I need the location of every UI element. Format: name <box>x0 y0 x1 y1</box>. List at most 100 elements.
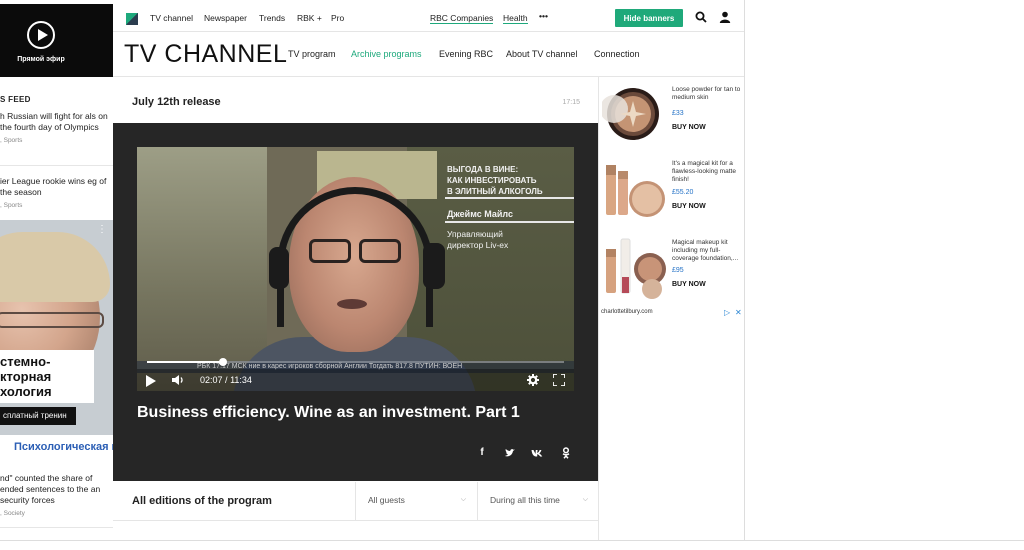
gear-icon[interactable] <box>527 374 539 386</box>
feed-item-text[interactable]: ier League rookie wins eg of the season <box>0 176 113 198</box>
ad-buy-now-link[interactable]: BUY NOW <box>672 124 706 131</box>
ad-headline: стемно- кторная хология <box>0 350 94 403</box>
ad-product-image[interactable] <box>602 237 668 303</box>
video-person-earcup <box>269 247 289 289</box>
guests-select[interactable]: All guests ⌵ <box>355 482 476 521</box>
video-player[interactable]: ВЫГОДА В ВИНЕ: КАК ИНВЕСТИРОВАТЬ В ЭЛИТН… <box>137 147 574 391</box>
ad-buy-now-link[interactable]: BUY NOW <box>672 281 706 288</box>
feed-item-meta: , Sports <box>0 137 23 144</box>
more-icon[interactable]: ⋮ <box>97 224 107 235</box>
topnav-pro[interactable]: Pro <box>331 13 344 23</box>
feed-item-text[interactable]: h Russian will fight for als on the four… <box>0 111 113 133</box>
ad-description[interactable]: It's a magical kit for a flawless-lookin… <box>672 160 742 184</box>
divider <box>0 540 1024 541</box>
video-speaker-name: Джеймс Майлс <box>447 209 514 219</box>
ad-product-image[interactable] <box>602 159 668 225</box>
video-caption-line: ВЫГОДА В ВИНЕ: <box>447 165 519 174</box>
live-broadcast-button[interactable]: Прямой эфир <box>0 4 113 77</box>
chevron-down-icon: ⌵ <box>460 496 466 503</box>
topnav-health[interactable]: Health <box>503 13 528 24</box>
nav-archive-programs[interactable]: Archive programs <box>351 49 422 59</box>
divider <box>0 527 113 528</box>
period-select[interactable]: During all this time ⌵ <box>477 482 598 521</box>
close-icon[interactable]: ✕ <box>735 308 742 317</box>
video-person-mouth <box>337 299 367 309</box>
nav-tv-program[interactable]: TV program <box>288 49 336 59</box>
ad-cta-button[interactable]: сплатный тренин <box>0 407 76 425</box>
topnav-trends[interactable]: Trends <box>259 13 285 23</box>
feed-item-text[interactable]: nd" counted the share of ended sentences… <box>0 473 113 506</box>
user-icon[interactable] <box>719 11 731 23</box>
nav-evening-rbc[interactable]: Evening RBC <box>439 49 493 59</box>
main-content: July 12th release 17:15 ВЫГОДА В ВИНЕ: К… <box>113 77 598 540</box>
nav-connection[interactable]: Connection <box>594 49 640 59</box>
rbc-logo-icon[interactable] <box>126 13 138 25</box>
ad-domain[interactable]: charlottetilbury.com <box>601 309 653 315</box>
ad-price: £33 <box>672 110 684 117</box>
ad-person-glasses <box>0 312 104 328</box>
topnav-rbc-companies[interactable]: RBC Companies <box>430 13 494 24</box>
ad-strip-text: Психологическая в <box>0 435 113 461</box>
ad-price: £55.20 <box>672 189 694 196</box>
page-title[interactable]: TV CHANNEL <box>124 40 287 69</box>
twitter-icon[interactable] <box>504 447 516 459</box>
divider <box>0 165 113 166</box>
feed-item[interactable]: h Russian will fight for als on the four… <box>0 111 113 146</box>
divider <box>744 0 745 540</box>
video-panel: ВЫГОДА В ВИНЕ: КАК ИНВЕСТИРОВАТЬ В ЭЛИТН… <box>113 123 598 481</box>
chevron-down-icon: ⌵ <box>582 496 588 503</box>
vk-icon[interactable] <box>531 447 543 459</box>
video-progress-bar[interactable] <box>147 358 564 366</box>
video-time-readout: 02:07 / 11:34 <box>200 375 252 385</box>
video-title: Business efficiency. Wine as an investme… <box>137 404 520 421</box>
video-duration: 11:34 <box>230 375 252 385</box>
video-caption-rule <box>445 221 574 223</box>
ad-product-image[interactable] <box>602 85 668 151</box>
left-column: Прямой эфир S FEED h Russian will fight … <box>0 0 113 550</box>
fullscreen-icon[interactable] <box>553 374 565 386</box>
video-person-glasses <box>359 239 401 263</box>
video-person-glasses <box>309 239 351 263</box>
topnav-rbk-plus[interactable]: RBK + <box>297 13 322 23</box>
nav-about-tv-channel[interactable]: About TV channel <box>506 49 577 59</box>
topnav-tv-channel[interactable]: TV channel <box>150 13 193 23</box>
editions-title: All editions of the program <box>132 495 272 507</box>
hide-banners-button[interactable]: Hide banners <box>615 9 683 27</box>
live-label: Прямой эфир <box>17 56 65 63</box>
release-title: July 12th release <box>132 96 221 108</box>
volume-icon[interactable] <box>171 374 185 386</box>
video-caption-rule <box>445 197 574 199</box>
play-icon[interactable] <box>146 375 156 387</box>
ad-description[interactable]: Magical makeup kit including my full-cov… <box>672 239 742 263</box>
feed-item[interactable]: nd" counted the share of ended sentences… <box>0 473 113 519</box>
video-speaker-role: Управляющий <box>447 229 503 239</box>
search-icon[interactable] <box>695 11 707 23</box>
right-ad-column: Loose powder for tan to medium skin £33 … <box>598 77 744 540</box>
channel-header: TV CHANNEL TV program Archive programs E… <box>113 32 744 77</box>
video-caption-line: КАК ИНВЕСТИРОВАТЬ <box>447 176 537 185</box>
period-select-value: During all this time <box>490 495 560 505</box>
guests-select-value: All guests <box>368 495 405 505</box>
news-feed-title: S FEED <box>0 95 31 104</box>
feed-item-meta: , Society <box>0 510 25 517</box>
ad-description[interactable]: Loose powder for tan to medium skin <box>672 86 742 102</box>
topnav-newspaper[interactable]: Newspaper <box>204 13 247 23</box>
top-navigation: TV channel Newspaper Trends RBK + Pro RB… <box>113 4 744 32</box>
adchoices-icon[interactable]: ▷ <box>724 308 730 317</box>
video-bg <box>137 147 267 391</box>
video-controls: 02:07 / 11:34 <box>137 369 574 391</box>
video-person-earcup <box>423 243 445 289</box>
ad-person-hair <box>0 232 110 302</box>
facebook-icon[interactable]: f <box>476 447 488 459</box>
release-time: 17:15 <box>562 99 580 106</box>
video-progress-fill <box>147 361 224 363</box>
odnoklassniki-icon[interactable] <box>560 447 572 459</box>
video-time-separator: / <box>225 375 228 385</box>
feed-item-meta: , Sports <box>0 202 23 209</box>
more-menu-icon[interactable]: ••• <box>539 11 548 21</box>
left-ad-banner[interactable]: ⋮ стемно- кторная хология сплатный трени… <box>0 220 113 461</box>
ad-buy-now-link[interactable]: BUY NOW <box>672 203 706 210</box>
ad-price: £95 <box>672 267 684 274</box>
video-current-time: 02:07 <box>200 375 223 385</box>
feed-item[interactable]: ier League rookie wins eg of the season … <box>0 176 113 211</box>
